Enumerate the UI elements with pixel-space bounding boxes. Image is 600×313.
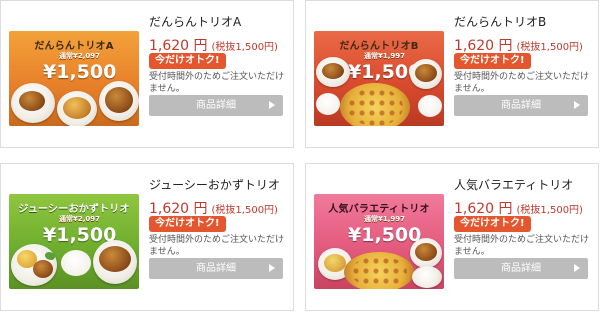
product-card: ジューシーおかずトリオ 通常¥2,097 ¥1,500 ジューシーおかずトリオ … [0,163,294,311]
rice-graphic [61,250,91,276]
product-price: 1,620 円 (税抜1,500円) [149,198,278,218]
image-banner-text: だんらんトリオA [34,41,114,52]
product-image[interactable]: ジューシーおかずトリオ 通常¥2,097 ¥1,500 [9,194,139,289]
chevron-right-icon [574,264,580,272]
rice-graphic [418,95,442,117]
order-unavailable-notice: 受付時間外のためご注文いただけません。 [149,72,285,94]
product-detail-button-label: 商品詳細 [196,263,236,274]
product-price: 1,620 円 (税抜1,500円) [149,35,278,55]
food-graphic [33,260,53,278]
sale-badge: 今だけオトク! [149,216,226,232]
product-detail-button[interactable]: 商品詳細 [149,95,283,116]
price-before-tax: (税抜1,500円) [211,205,278,216]
product-detail-button[interactable]: 商品詳細 [149,258,283,279]
food-graphic [99,246,131,272]
product-detail-button-label: 商品詳細 [501,263,541,274]
order-unavailable-notice: 受付時間外のためご注文いただけません。 [454,72,590,94]
pizza-graphic [344,252,414,289]
product-title[interactable]: だんらんトリオA [149,13,241,30]
product-title[interactable]: 人気バラエティトリオ [454,176,573,193]
image-original-price: 通常¥1,997 [364,52,406,60]
food-graphic [105,87,133,113]
plate-graphic [412,266,442,288]
food-graphic [324,254,346,272]
garnish-graphic [45,252,55,260]
chevron-right-icon [269,101,275,109]
image-banner-text: だんらんトリオB [339,41,419,52]
product-card: 人気バラエティトリオ 通常¥1,997 ¥1,500 人気バラエティトリオ 1,… [305,163,599,311]
price-amount: 1,620 円 [149,38,208,54]
price-before-tax: (税抜1,500円) [211,42,278,53]
food-graphic [19,91,45,111]
image-original-price: 通常¥1,997 [364,215,406,223]
price-amount: 1,620 円 [454,38,513,54]
product-image[interactable]: 人気バラエティトリオ 通常¥1,997 ¥1,500 [314,194,444,289]
product-detail-button[interactable]: 商品詳細 [454,258,588,279]
image-sale-price: ¥1,500 [348,224,422,246]
image-banner-text: ジューシーおかずトリオ [18,204,130,215]
sale-badge: 今だけオトク! [454,216,531,232]
food-graphic [415,64,437,82]
rice-graphic [316,93,340,115]
price-amount: 1,620 円 [149,201,208,217]
image-sale-price: ¥1,500 [43,61,117,83]
food-graphic [63,97,91,119]
product-detail-button[interactable]: 商品詳細 [454,95,588,116]
product-card: だんらんトリオA 通常¥2,097 ¥1,500 だんらんトリオA 1,620 … [0,0,294,148]
product-title[interactable]: ジューシーおかずトリオ [149,176,280,193]
image-banner-text: 人気バラエティトリオ [328,204,430,215]
product-title[interactable]: だんらんトリオB [454,13,546,30]
sale-badge: 今だけオトク! [149,53,226,69]
product-price: 1,620 円 (税抜1,500円) [454,35,583,55]
food-graphic [415,243,437,261]
chevron-right-icon [269,264,275,272]
pizza-graphic [340,83,410,126]
price-before-tax: (税抜1,500円) [516,42,583,53]
product-grid: だんらんトリオA 通常¥2,097 ¥1,500 だんらんトリオA 1,620 … [0,0,600,313]
order-unavailable-notice: 受付時間外のためご注文いただけません。 [149,235,285,257]
product-card: だんらんトリオB 通常¥1,997 ¥1,500 だんらんトリオB 1,620 … [305,0,599,148]
product-detail-button-label: 商品詳細 [196,100,236,111]
product-image[interactable]: だんらんトリオA 通常¥2,097 ¥1,500 [9,31,139,126]
product-detail-button-label: 商品詳細 [501,100,541,111]
product-price: 1,620 円 (税抜1,500円) [454,198,583,218]
food-graphic [322,63,344,79]
order-unavailable-notice: 受付時間外のためご注文いただけません。 [454,235,590,257]
image-original-price: 通常¥2,097 [59,52,101,60]
image-original-price: 通常¥2,097 [59,215,101,223]
sale-badge: 今だけオトク! [454,53,531,69]
product-image[interactable]: だんらんトリオB 通常¥1,997 ¥1,500 [314,31,444,126]
price-amount: 1,620 円 [454,201,513,217]
price-before-tax: (税抜1,500円) [516,205,583,216]
chevron-right-icon [574,101,580,109]
